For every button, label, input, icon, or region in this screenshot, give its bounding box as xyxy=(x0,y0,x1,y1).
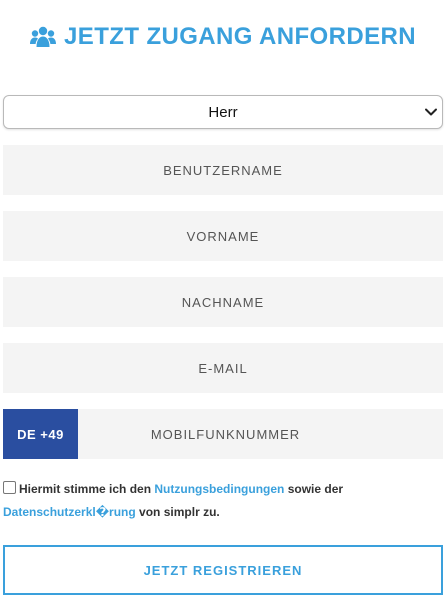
chevron-down-icon xyxy=(424,105,438,119)
consent-text: Hiermit stimme ich den Nutzungsbedingung… xyxy=(3,478,443,524)
email-placeholder: E-MAIL xyxy=(198,360,248,376)
consent-text-part-1: Hiermit stimme ich den xyxy=(19,482,155,496)
register-button-label: JETZT REGISTRIEREN xyxy=(143,562,303,578)
consent-text-part-3: von simplr zu. xyxy=(135,505,220,519)
salutation-selected-value: Herr xyxy=(208,103,238,121)
mobile-number-placeholder: MOBILFUNKNUMMER xyxy=(150,426,301,442)
page-title-text: JETZT ZUGANG ANFORDERN xyxy=(64,23,416,50)
country-code-label: DE +49 xyxy=(17,426,64,442)
first-name-field[interactable]: VORNAME xyxy=(3,211,443,261)
last-name-field[interactable]: NACHNAME xyxy=(3,277,443,327)
first-name-placeholder: VORNAME xyxy=(186,228,260,244)
username-placeholder: BENUTZERNAME xyxy=(163,162,283,178)
mobile-number-field[interactable]: MOBILFUNKNUMMER xyxy=(78,409,443,459)
consent-checkbox[interactable] xyxy=(3,481,16,494)
phone-row: DE +49 MOBILFUNKNUMMER xyxy=(3,409,443,459)
register-button[interactable]: JETZT REGISTRIEREN xyxy=(3,545,443,595)
email-field[interactable]: E-MAIL xyxy=(3,343,443,393)
country-code-button[interactable]: DE +49 xyxy=(3,409,78,459)
consent-text-part-2: sowie der xyxy=(284,482,344,496)
salutation-select[interactable]: Herr xyxy=(3,95,443,129)
privacy-policy-link[interactable]: Datenschutzerkl�rung xyxy=(3,505,136,519)
last-name-placeholder: NACHNAME xyxy=(181,294,265,310)
users-icon xyxy=(30,26,57,48)
terms-link[interactable]: Nutzungsbedingungen xyxy=(154,482,284,496)
page-title: JETZT ZUGANG ANFORDERN xyxy=(0,20,446,54)
username-field[interactable]: BENUTZERNAME xyxy=(3,145,443,195)
